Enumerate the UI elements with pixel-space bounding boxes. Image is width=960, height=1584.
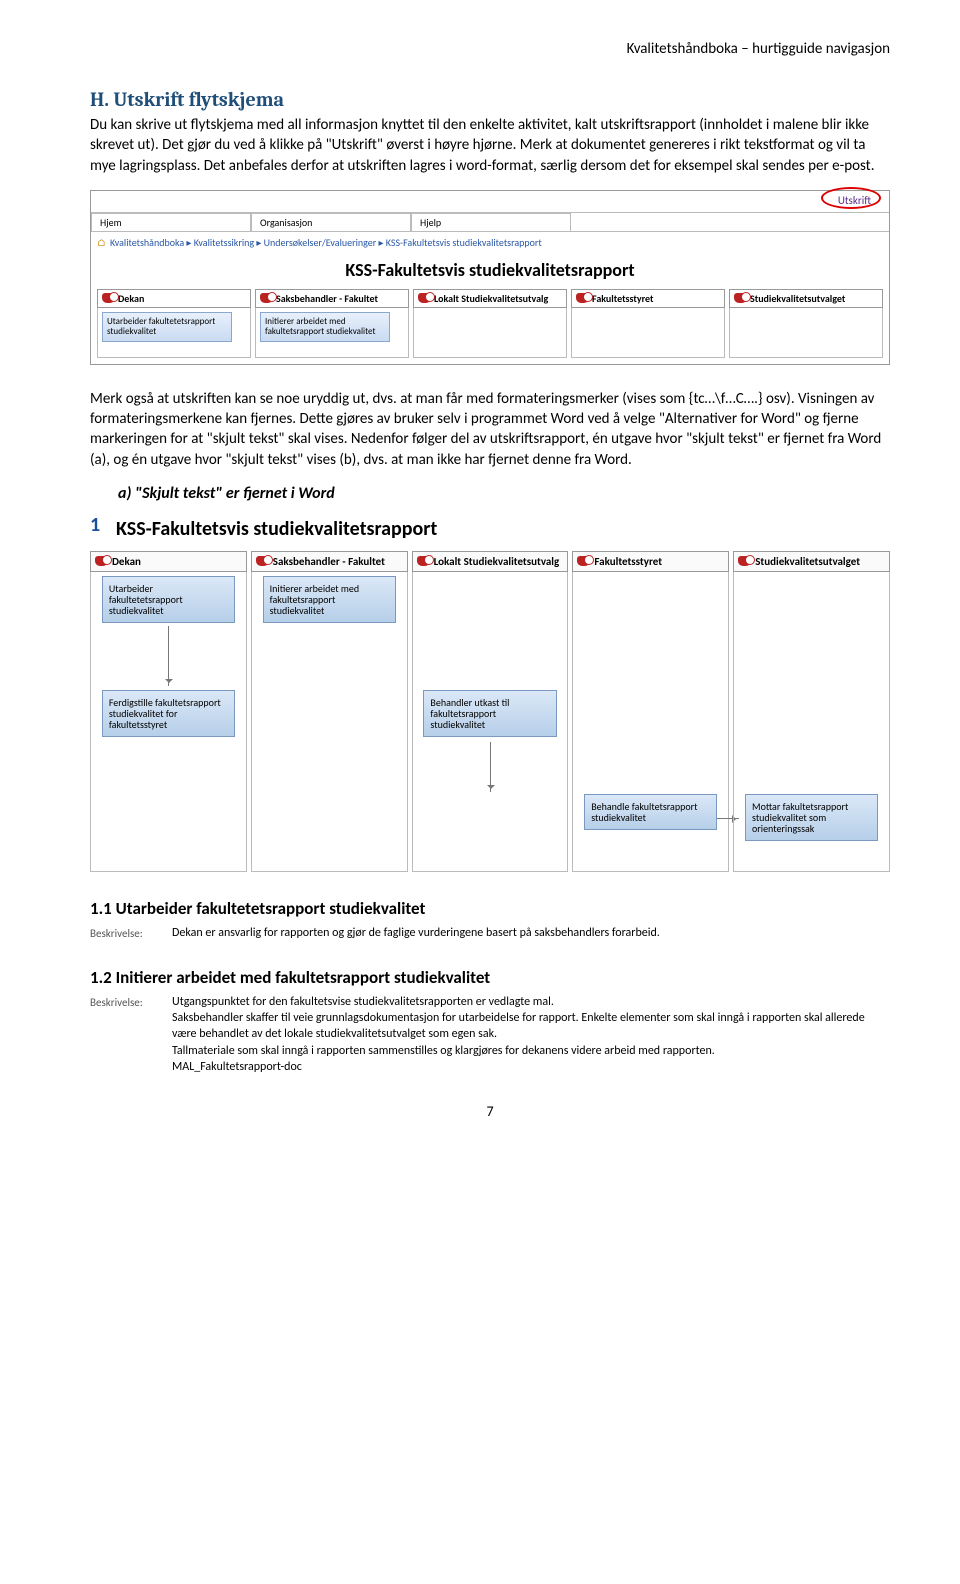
section-number: 1	[90, 513, 100, 537]
swimlane: Dekan Utarbeider fakultetetsrapport stud…	[97, 289, 251, 358]
tab-organisation[interactable]: Organisasjon	[251, 213, 411, 231]
home-icon[interactable]: ⌂	[97, 236, 106, 249]
description-text: Utgangspunktet for den fakultetsvise stu…	[172, 994, 890, 1075]
swimlane-lokalt: Lokalt Studiekvalitetsutvalg Behandler u…	[412, 551, 569, 872]
print-title: KSS-Fakultetsvis studiekvalitetsrapport	[116, 513, 890, 551]
subsection-1-2: 1.2 Initierer arbeidet med fakultetsrapp…	[90, 967, 890, 988]
role-icon	[738, 556, 751, 566]
app-screenshot: Utskrift Hjem Organisasjon Hjelp ⌂ Kvali…	[90, 190, 890, 365]
swimlane-fakultetsstyret: Fakultetsstyret Behandle fakultetsrappor…	[572, 551, 729, 872]
task-box: Behandle fakultetsrapport studiekvalitet	[584, 794, 717, 830]
task-box: Ferdigstille fakultetsrapport studiekval…	[102, 690, 235, 737]
swimlane-saksbehandler: Saksbehandler - Fakultet Initierer arbei…	[251, 551, 408, 872]
annotation-circle	[821, 187, 881, 209]
swimlane: Saksbehandler - Fakultet Initierer arbei…	[255, 289, 409, 358]
breadcrumb: ⌂ Kvalitetshåndboka ▸ Kvalitetssikring ▸…	[91, 232, 889, 253]
section-heading: H. Utskrift flytskjema	[90, 88, 890, 111]
swimlane-sku: Studiekvalitetsutvalget Mottar fakultets…	[733, 551, 890, 872]
role-icon	[734, 293, 747, 303]
arrow-icon	[168, 626, 169, 686]
swimlane-dekan: Dekan Utarbeider fakultetetsrapport stud…	[90, 551, 247, 872]
crumb[interactable]: Undersøkelser/Evalueringer	[264, 236, 377, 249]
swimlane: Lokalt Studiekvalitetsutvalg	[413, 289, 567, 358]
role-icon	[576, 293, 589, 303]
role-icon	[256, 556, 269, 566]
running-header: Kvalitetshåndboka – hurtigguide navigasj…	[90, 40, 890, 88]
explain-paragraph: Merk også at utskriften kan se noe urydd…	[90, 389, 890, 470]
task-box: Initierer arbeidet med fakultetsrapport …	[263, 576, 396, 623]
description-label: Beskrivelse:	[90, 925, 160, 941]
task-box: Mottar fakultetsrapport studiekvalitet s…	[745, 794, 878, 841]
option-a-heading: a) "Skjult tekst" er fjernet i Word	[118, 484, 890, 503]
role-icon	[260, 293, 273, 303]
print-screenshot: 1 KSS-Fakultetsvis studiekvalitetsrappor…	[90, 513, 890, 872]
nav-tabs: Hjem Organisasjon Hjelp	[91, 213, 889, 232]
chart-title: KSS-Fakultetsvis studiekvalitetsrapport	[91, 253, 889, 289]
task-box[interactable]: Initierer arbeidet med fakultetsrapport …	[260, 312, 390, 342]
subsection-1-1: 1.1 Utarbeider fakultetetsrapport studie…	[90, 898, 890, 919]
crumb[interactable]: Kvalitetshåndboka	[110, 236, 184, 249]
role-icon	[418, 293, 431, 303]
tab-home[interactable]: Hjem	[91, 213, 251, 231]
description-text: Dekan er ansvarlig for rapporten og gjør…	[172, 925, 890, 941]
page-number: 7	[90, 1103, 890, 1120]
task-box: Behandler utkast til fakultetsrapport st…	[423, 690, 556, 737]
description-label: Beskrivelse:	[90, 994, 160, 1075]
intro-paragraph: Du kan skrive ut flytskjema med all info…	[90, 115, 890, 176]
swimlane: Studiekvalitetsutvalget	[729, 289, 883, 358]
role-icon	[102, 293, 115, 303]
role-icon	[577, 556, 590, 566]
task-box: Utarbeider fakultetetsrapport studiekval…	[102, 576, 235, 623]
crumb[interactable]: Kvalitetssikring	[194, 236, 254, 249]
swimlane: Fakultetsstyret	[571, 289, 725, 358]
role-icon	[95, 556, 108, 566]
task-box[interactable]: Utarbeider fakultetetsrapport studiekval…	[102, 312, 232, 342]
role-icon	[417, 556, 430, 566]
tab-help[interactable]: Hjelp	[411, 213, 571, 231]
crumb[interactable]: KSS-Fakultetsvis studiekvalitetsrapport	[386, 236, 542, 249]
arrow-icon	[490, 742, 491, 792]
